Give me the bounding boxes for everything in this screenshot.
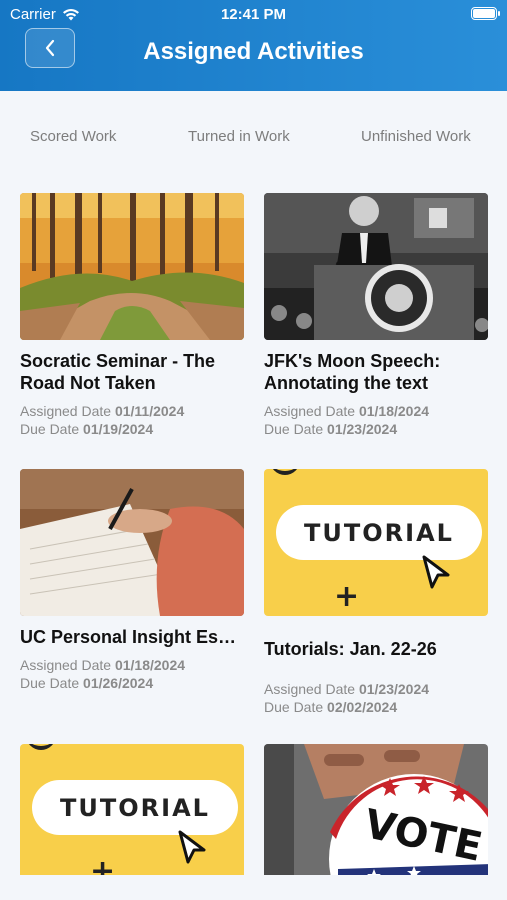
due-date-value: 01/19/2024 [83, 421, 154, 437]
tutorial-banner-text: TUTORIAL [276, 505, 482, 560]
due-date-value: 02/02/2024 [327, 699, 398, 715]
assigned-date-label: Assigned Date [264, 403, 356, 419]
due-date-label: Due Date [20, 675, 80, 691]
activity-card[interactable]: TUTORIAL + [20, 744, 244, 875]
header-bar: Carrier 12:41 PM Assigned Activities [0, 0, 507, 91]
status-bar: Carrier 12:41 PM [0, 0, 507, 28]
activity-dates: Assigned Date 01/18/2024 Due Date 01/26/… [20, 656, 244, 692]
activity-title: Tutorials: Jan. 22-26 [264, 639, 437, 659]
activity-dates: Assigned Date 01/18/2024 Due Date 01/23/… [264, 402, 488, 438]
activity-card[interactable]: JFK's Moon Speech: Annotating the text A… [264, 193, 488, 438]
cursor-arrow-icon [422, 555, 450, 589]
activity-title: JFK's Moon Speech: Annotating the text [264, 351, 441, 393]
writing-hand-image [20, 469, 244, 616]
tutorial-banner-image: TUTORIAL + [20, 744, 244, 875]
plus-icon: + [90, 854, 116, 875]
assigned-date-label: Assigned Date [20, 403, 112, 419]
activity-dates: Assigned Date 01/23/2024 Due Date 02/02/… [264, 680, 488, 716]
due-date-label: Due Date [264, 421, 324, 437]
assigned-date-value: 01/18/2024 [114, 657, 186, 673]
tutorial-banner-text: TUTORIAL [32, 780, 238, 835]
activity-card[interactable]: TUTORIAL + Tutorials: Jan. 22-26 Assigne… [264, 469, 488, 716]
assigned-date-value: 01/23/2024 [358, 681, 430, 697]
cursor-arrow-icon [178, 830, 206, 864]
tab-unfinished-work[interactable]: Unfinished Work [361, 128, 471, 145]
tab-scored-work[interactable]: Scored Work [30, 128, 116, 145]
podium-speech-image [264, 193, 488, 340]
vote-button-image: VOTE [264, 744, 488, 875]
assigned-date-value: 01/11/2024 [114, 403, 185, 419]
tutorial-banner-image: TUTORIAL + [264, 469, 488, 616]
assigned-date-label: Assigned Date [20, 657, 112, 673]
activity-card[interactable]: UC Personal Insight Essay: Describing a … [20, 469, 244, 692]
activity-title: UC Personal Insight Essay: Describing a … [20, 627, 244, 647]
tab-bar: Scored Work Turned in Work Unfinished Wo… [0, 128, 507, 150]
clock: 12:41 PM [220, 6, 287, 23]
activity-dates: Assigned Date 01/11/2024 Due Date 01/19/… [20, 402, 244, 438]
plus-icon: + [334, 579, 360, 614]
due-date-value: 01/26/2024 [83, 675, 154, 691]
due-date-label: Due Date [20, 421, 80, 437]
activity-card[interactable]: Socratic Seminar - The Road Not Taken As… [20, 193, 244, 438]
page-title: Assigned Activities [143, 38, 364, 65]
tab-turned-in-work[interactable]: Turned in Work [188, 128, 290, 145]
battery-icon [471, 7, 500, 20]
activity-card[interactable]: VOTE [264, 744, 488, 875]
assigned-date-value: 01/18/2024 [358, 403, 430, 419]
due-date-value: 01/23/2024 [327, 421, 398, 437]
forest-path-image [20, 193, 244, 340]
assigned-date-label: Assigned Date [264, 681, 356, 697]
due-date-label: Due Date [264, 699, 324, 715]
activity-title: Socratic Seminar - The Road Not Taken [20, 351, 216, 393]
